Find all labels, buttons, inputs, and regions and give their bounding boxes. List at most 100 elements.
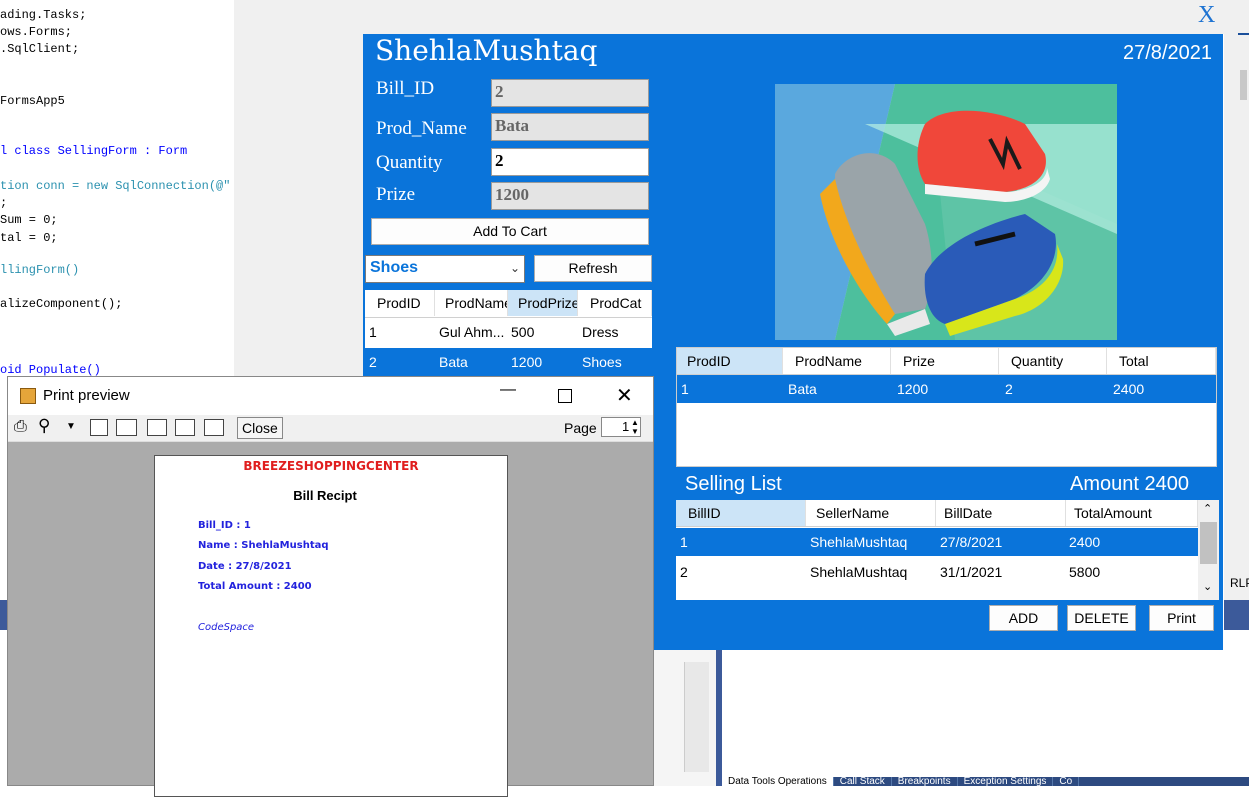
column-header[interactable]: ProdName: [783, 348, 891, 374]
column-header[interactable]: ProdName: [435, 290, 508, 316]
scroll-thumb[interactable]: [1240, 70, 1247, 100]
receipt-bill-id: Bill_ID : 1: [198, 520, 251, 531]
column-header[interactable]: Quantity: [999, 348, 1107, 374]
window-title: Print preview: [43, 387, 130, 404]
column-header[interactable]: BillDate: [936, 500, 1066, 526]
code-line: ading.Tasks;: [0, 8, 87, 22]
ide-scrollbar[interactable]: [1238, 30, 1249, 570]
receipt-total: Total Amount : 2400: [198, 581, 312, 592]
receipt-footer: CodeSpace: [198, 622, 255, 633]
cell: 31/1/2021: [940, 564, 1003, 580]
four-pages-icon[interactable]: [175, 419, 195, 436]
ide-bottom-tabs: Data Tools Operations Call Stack Breakpo…: [722, 777, 1249, 786]
column-header[interactable]: Prize: [891, 348, 999, 374]
add-to-cart-button[interactable]: Add To Cart: [371, 218, 649, 245]
add-button[interactable]: ADD: [989, 605, 1058, 631]
cell: 500: [511, 324, 535, 340]
amount-label: Amount 2400: [1070, 473, 1189, 495]
prize-field[interactable]: 1200: [491, 182, 649, 210]
column-header[interactable]: Total: [1107, 348, 1216, 374]
column-header[interactable]: ProdCat: [578, 290, 652, 316]
cell: Dress: [582, 324, 619, 340]
ide-output-panel: [722, 662, 1249, 777]
cell: 1200: [897, 381, 929, 397]
page-label: Page: [564, 420, 597, 436]
refresh-button[interactable]: Refresh: [534, 255, 652, 282]
one-page-icon[interactable]: [90, 419, 108, 436]
title-bar: Print preview — ✕: [8, 377, 653, 415]
ide-tab[interactable]: Co: [1053, 777, 1080, 786]
print-button[interactable]: Print: [1149, 605, 1214, 631]
cell: 1: [680, 534, 688, 550]
seller-name: ShehlaMushtaq: [375, 34, 598, 67]
table-row[interactable]: 1 ShehlaMushtaq 27/8/2021 2400: [676, 528, 1198, 556]
close-button[interactable]: X: [1198, 2, 1215, 29]
code-line: l class SellingForm : Form: [0, 144, 188, 158]
chevron-down-icon[interactable]: ⌄: [1203, 580, 1212, 593]
selling-list-grid[interactable]: BillID SellerName BillDate TotalAmount 1…: [676, 500, 1219, 600]
scroll-thumb[interactable]: [1200, 522, 1217, 564]
grid-header: ProdID ProdName Prize Quantity Total: [677, 348, 1216, 375]
cell: 1: [681, 381, 689, 397]
shop-name: BREEZESHOPPINGCENTER: [243, 459, 419, 473]
cell: 1: [369, 324, 377, 340]
ide-tab[interactable]: Data Tools Operations: [722, 777, 834, 786]
category-select[interactable]: Shoes ⌄: [365, 255, 525, 283]
ide-clip-text: RLP: [1230, 576, 1249, 590]
print-preview-toolbar: ⎙ ⚲ ▼ Close Page 1 ▲ ▼: [8, 415, 653, 442]
code-line: alizeComponent();: [0, 297, 123, 311]
zoom-icon[interactable]: ⚲: [38, 416, 50, 436]
column-header[interactable]: SellerName: [806, 500, 936, 526]
six-pages-icon[interactable]: [204, 419, 224, 436]
grid-header: BillID SellerName BillDate TotalAmount: [676, 500, 1198, 527]
column-header[interactable]: ProdID: [365, 290, 435, 316]
two-pages-icon[interactable]: [116, 419, 137, 436]
current-date: 27/8/2021: [1123, 42, 1212, 64]
column-header[interactable]: TotalAmount: [1066, 500, 1198, 526]
chevron-down-icon: ⌄: [509, 261, 520, 275]
quantity-field[interactable]: 2: [491, 148, 649, 176]
cart-grid[interactable]: ProdID ProdName Prize Quantity Total 1 B…: [676, 347, 1217, 467]
column-header[interactable]: BillID: [676, 500, 806, 526]
ide-panel-scrollbar[interactable]: [684, 662, 709, 772]
prize-label: Prize: [376, 184, 416, 205]
column-header[interactable]: ProdPrize: [508, 290, 578, 316]
close-window-button[interactable]: ✕: [616, 383, 633, 408]
cell: 2: [680, 564, 688, 580]
table-row[interactable]: 2 ShehlaMushtaq 31/1/2021 5800: [676, 558, 1198, 586]
printer-icon[interactable]: ⎙: [14, 418, 27, 436]
ide-tab[interactable]: Breakpoints: [892, 777, 958, 786]
cell: ShehlaMushtaq: [810, 534, 908, 550]
close-preview-button[interactable]: Close: [237, 417, 283, 439]
minimize-button[interactable]: —: [500, 381, 516, 399]
vertical-scrollbar[interactable]: ⌃ ⌄: [1198, 500, 1219, 600]
receipt-name: Name : ShehlaMushtaq: [198, 540, 329, 551]
product-image: [775, 84, 1117, 340]
cell: Shoes: [582, 354, 622, 370]
receipt-date: Date : 27/8/2021: [198, 561, 292, 572]
prod-name-field[interactable]: Bata: [491, 113, 649, 141]
chevron-down-icon[interactable]: ▼: [66, 421, 76, 432]
chevron-up-icon[interactable]: ⌃: [1203, 502, 1212, 515]
maximize-button[interactable]: [558, 389, 572, 403]
print-preview-window: Print preview — ✕ ⎙ ⚲ ▼ Close Page 1 ▲ ▼ …: [7, 376, 654, 797]
quantity-label: Quantity: [376, 152, 443, 173]
stepper-arrows-icon[interactable]: ▲ ▼: [631, 418, 639, 436]
table-row[interactable]: 2 Bata 1200 Shoes: [365, 348, 652, 376]
cell: Gul Ahm...: [439, 324, 505, 340]
delete-button[interactable]: DELETE: [1067, 605, 1136, 631]
ide-tab[interactable]: Exception Settings: [958, 777, 1054, 786]
bill-id-field[interactable]: 2: [491, 79, 649, 107]
cell: ShehlaMushtaq: [810, 564, 908, 580]
three-pages-icon[interactable]: [147, 419, 167, 436]
ide-tab[interactable]: Call Stack: [834, 777, 892, 786]
page-number-stepper[interactable]: 1 ▲ ▼: [601, 417, 641, 437]
print-preview-icon: [20, 388, 36, 404]
products-grid[interactable]: ProdID ProdName ProdPrize ProdCat 1 Gul …: [365, 290, 652, 376]
shoes-illustration: [775, 84, 1117, 340]
receipt-page: BREEZESHOPPINGCENTER Bill Recipt Bill_ID…: [154, 455, 508, 797]
column-header[interactable]: ProdID: [677, 348, 783, 374]
code-line: ows.Forms;: [0, 25, 73, 39]
table-row[interactable]: 1 Bata 1200 2 2400: [677, 375, 1216, 403]
table-row[interactable]: 1 Gul Ahm... 500 Dress: [365, 318, 652, 346]
